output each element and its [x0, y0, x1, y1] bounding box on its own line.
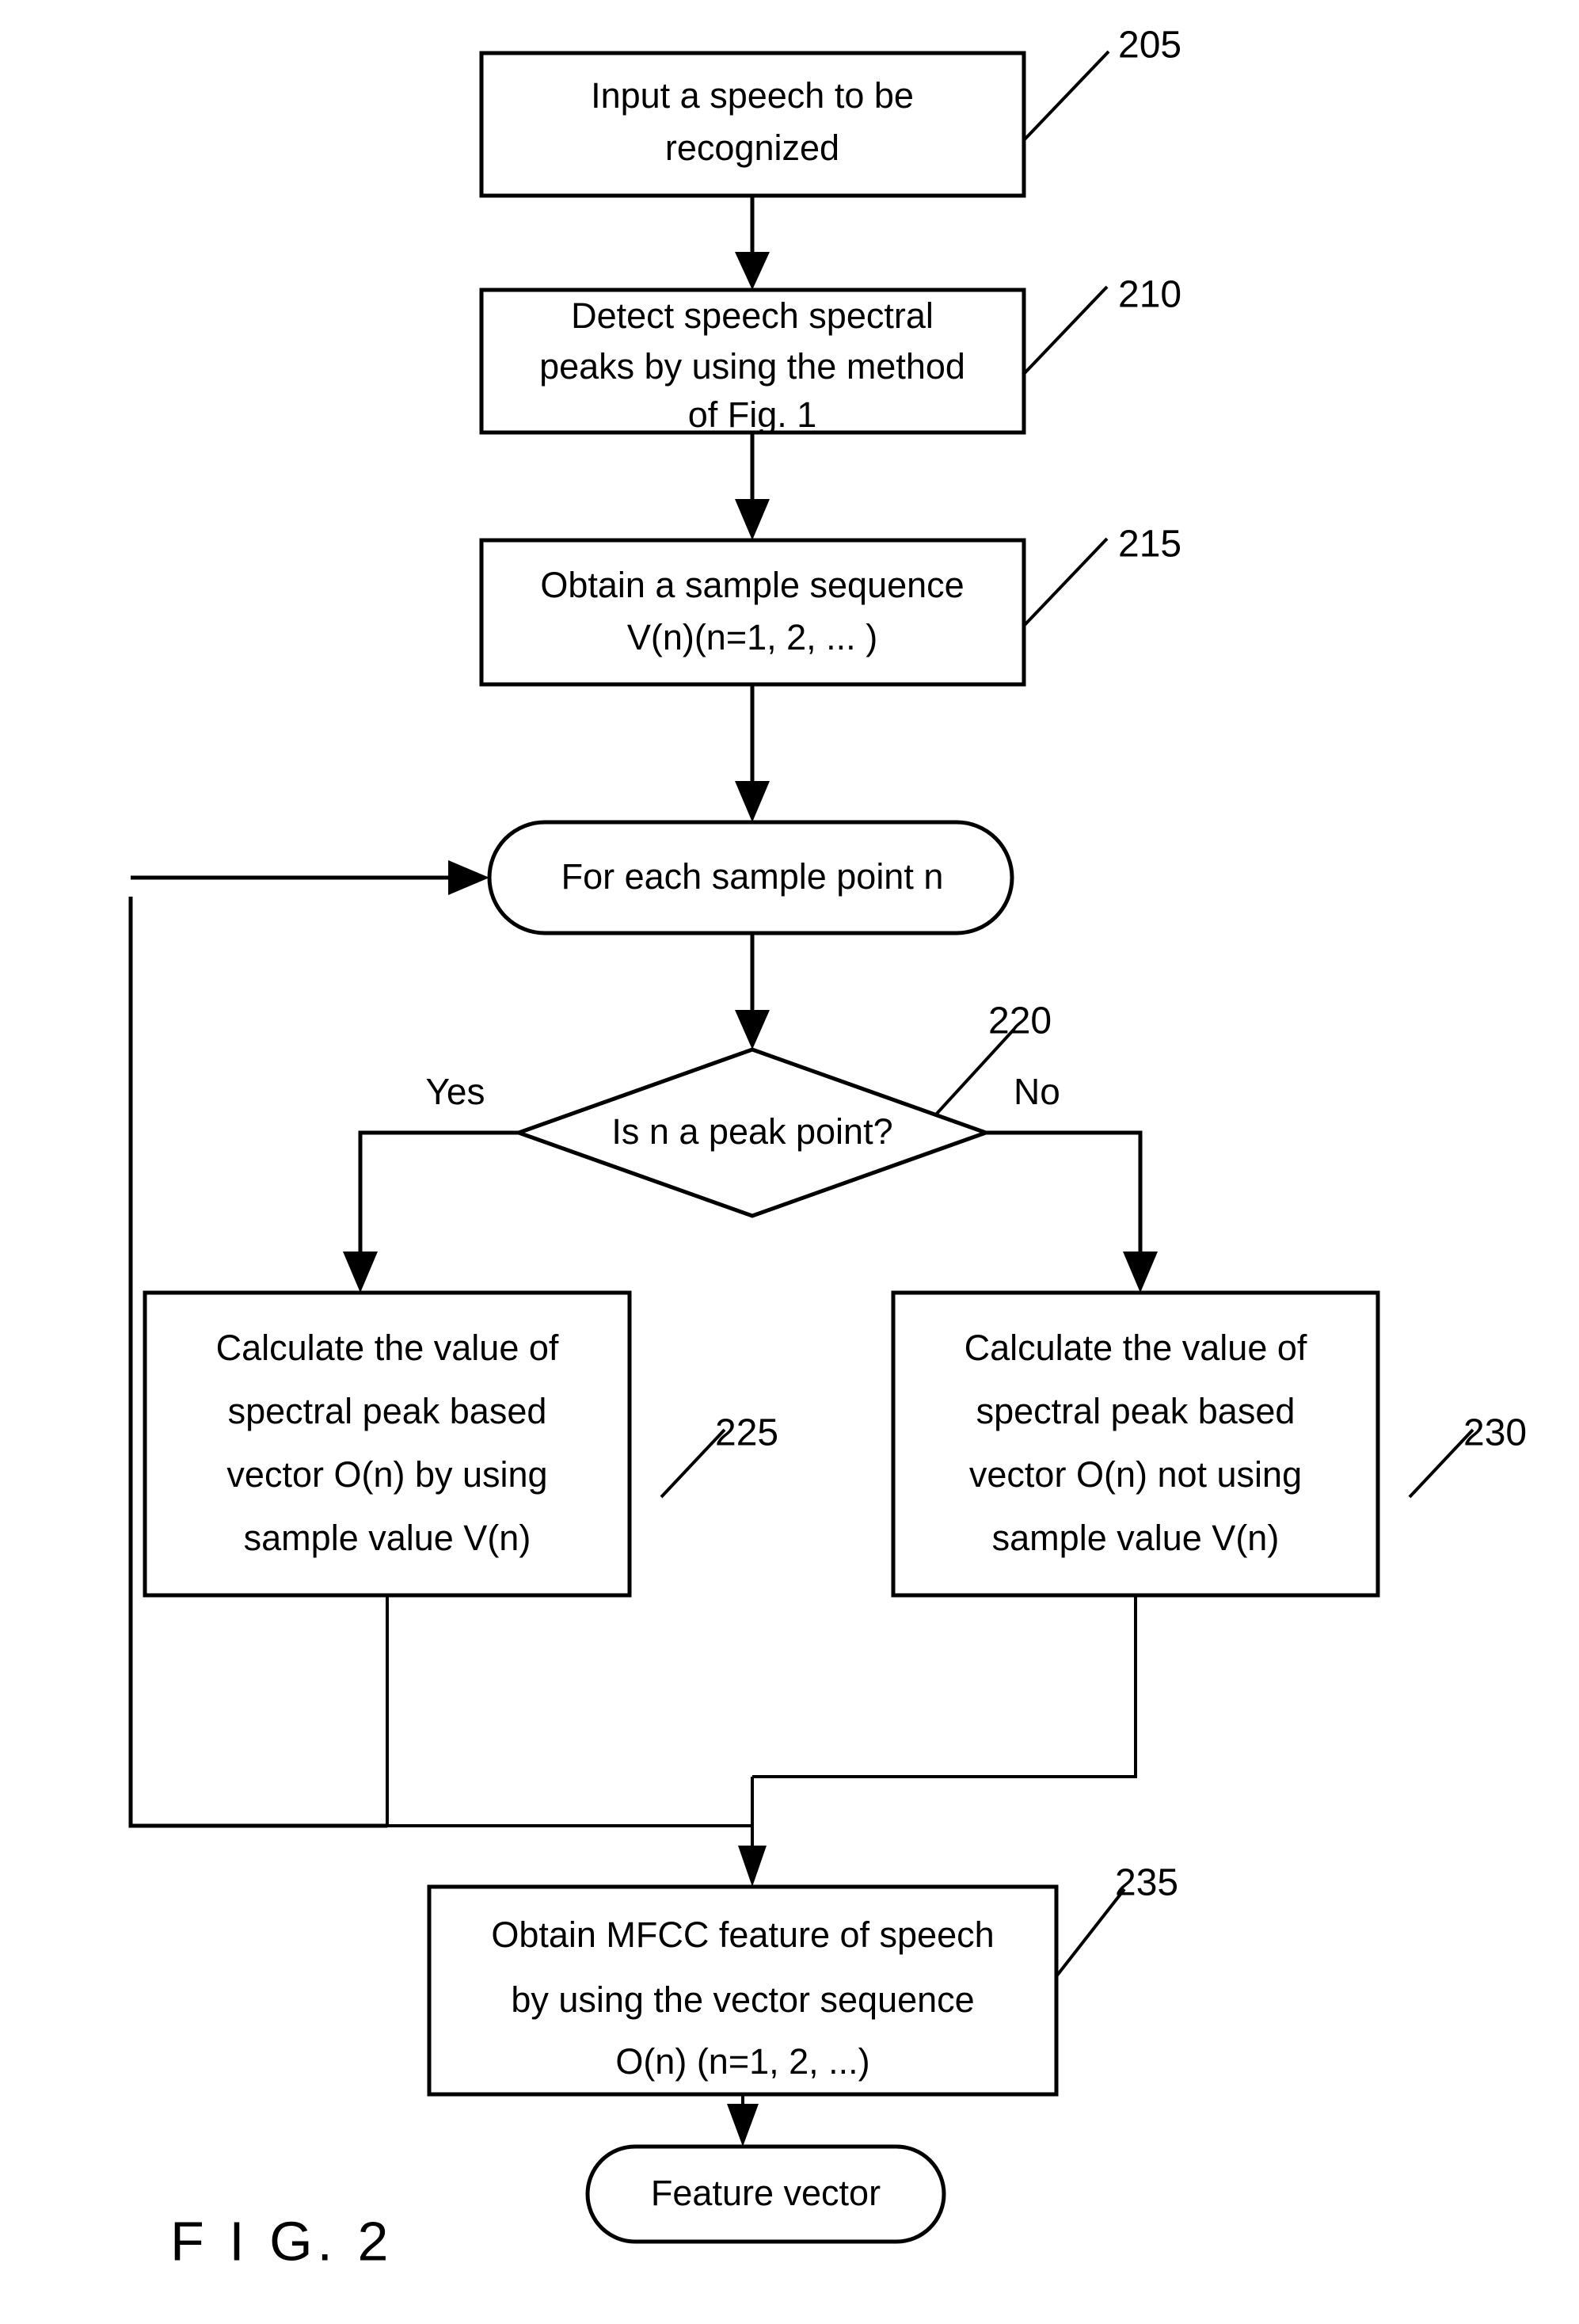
node-obtain-mfcc-line-3: O(n) (n=1, 2, ...) [615, 2041, 869, 2082]
branch-label-no: No [1014, 1071, 1060, 1112]
ref-label-205: 205 [1118, 25, 1181, 67]
node-feature-vector[interactable]: Feature vector [585, 2144, 946, 2244]
edge-calc-not-using-merge [752, 1595, 1137, 1778]
node-calc-not-using-line-3: vector O(n) not using [969, 1454, 1302, 1495]
edge-calc-using-merge [386, 1595, 752, 1827]
ref-leader-230: 230 [1408, 1412, 1527, 1499]
node-obtain-sequence-line-1: Obtain a sample sequence [540, 565, 964, 605]
ref-label-215: 215 [1118, 524, 1181, 566]
node-calc-using-line-4: sample value V(n) [244, 1518, 531, 1558]
ref-leader-235: 235 [1055, 1862, 1178, 1978]
edge-input-to-detect [735, 196, 770, 290]
node-input-speech[interactable]: Input a speech to be recognized [479, 51, 1026, 198]
node-calc-using-line-2: spectral peak based [228, 1391, 547, 1431]
ref-label-235: 235 [1115, 1862, 1178, 1904]
node-decision-peak[interactable]: Is n a peak point? [512, 1047, 992, 1218]
node-input-speech-line-1: Input a speech to be [591, 75, 914, 116]
flowchart-diagram: Input a speech to be recognized 205 Dete… [128, 25, 1527, 2272]
node-calc-using-line-1: Calculate the value of [216, 1328, 559, 1368]
ref-label-210: 210 [1118, 274, 1181, 316]
node-detect-peaks-line-2: peaks by using the method [539, 346, 965, 387]
node-calc-not-using[interactable]: Calculate the value of spectral peak bas… [891, 1290, 1380, 1598]
node-obtain-mfcc-line-1: Obtain MFCC feature of speech [491, 1914, 994, 1955]
branch-label-yes: Yes [425, 1071, 485, 1112]
edge-mfcc-to-feature-vector [727, 2094, 759, 2147]
edge-detect-to-obtain [735, 432, 770, 540]
ref-leader-225: 225 [660, 1412, 778, 1499]
edge-no-to-calc-not-using [986, 1130, 1158, 1293]
ref-leader-205: 205 [1022, 25, 1181, 142]
ref-label-220: 220 [988, 1000, 1052, 1042]
edge-loop-to-decision [735, 933, 770, 1050]
node-detect-peaks-line-1: Detect speech spectral [571, 295, 934, 336]
node-obtain-sequence-line-2: V(n)(n=1, 2, ... ) [627, 617, 877, 657]
ref-label-225: 225 [715, 1412, 778, 1454]
edge-yes-to-calc-using [343, 1130, 519, 1293]
figure-page: Input a speech to be recognized 205 Dete… [0, 0, 1579, 2324]
node-calc-using-line-3: vector O(n) by using [226, 1454, 547, 1495]
node-calc-not-using-line-4: sample value V(n) [992, 1518, 1280, 1558]
node-calc-not-using-line-2: spectral peak based [976, 1391, 1296, 1431]
edge-merge-to-mfcc [738, 1777, 767, 1887]
node-feature-vector-label: Feature vector [651, 2173, 881, 2213]
node-detect-peaks[interactable]: Detect speech spectral peaks by using th… [479, 288, 1026, 435]
node-obtain-sequence[interactable]: Obtain a sample sequence V(n)(n=1, 2, ..… [479, 538, 1026, 687]
edge-obtain-to-loop [735, 684, 770, 822]
node-obtain-sequence-box [479, 538, 1026, 687]
node-obtain-mfcc[interactable]: Obtain MFCC feature of speech by using t… [427, 1884, 1059, 2097]
node-loop-start-label: For each sample point n [561, 856, 944, 897]
ref-leader-215: 215 [1022, 524, 1181, 627]
node-obtain-mfcc-line-2: by using the vector sequence [511, 1979, 974, 2020]
ref-leader-210: 210 [1022, 274, 1181, 375]
node-loop-start[interactable]: For each sample point n [487, 820, 1014, 935]
node-calc-not-using-line-1: Calculate the value of [965, 1328, 1307, 1368]
node-calc-using[interactable]: Calculate the value of spectral peak bas… [143, 1290, 632, 1598]
ref-label-230: 230 [1463, 1412, 1527, 1454]
node-detect-peaks-line-3: of Fig. 1 [688, 394, 817, 435]
figure-caption: F I G. 2 [170, 2210, 393, 2272]
node-decision-peak-label: Is n a peak point? [611, 1111, 892, 1152]
node-input-speech-line-2: recognized [665, 128, 839, 168]
